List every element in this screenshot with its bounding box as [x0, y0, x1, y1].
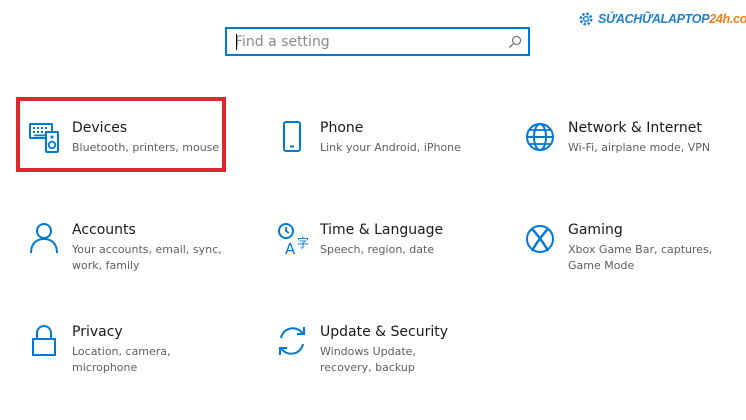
- settings-category-gaming[interactable]: Gaming Xbox Game Bar, captures, Game Mod…: [524, 220, 738, 273]
- tile-text: Network & Internet Wi-Fi, airplane mode,…: [568, 118, 728, 156]
- time-language-icon: A 字: [278, 223, 309, 257]
- tile-description: Wi-Fi, airplane mode, VPN: [568, 141, 711, 154]
- tile-title: Network & Internet: [568, 120, 702, 136]
- text-cursor: [236, 34, 237, 50]
- tile-description: Link your Android, iPhone: [320, 141, 461, 154]
- watermark-text-main: SỬACHỮALAPTOP: [598, 12, 710, 26]
- tile-title: Devices: [72, 120, 128, 136]
- sync-icon: [279, 327, 305, 355]
- settings-category-privacy[interactable]: Privacy Location, camera, microphone: [28, 322, 232, 375]
- tile-title: Gaming: [568, 222, 623, 238]
- settings-category-devices[interactable]: Devices Bluetooth, printers, mouse: [28, 118, 222, 156]
- tile-title: Phone: [320, 120, 364, 136]
- settings-category-network-internet[interactable]: Network & Internet Wi-Fi, airplane mode,…: [524, 118, 728, 156]
- find-setting-search-box[interactable]: [225, 27, 530, 56]
- tile-description: Windows Update, recovery, backup: [320, 345, 416, 374]
- tile-text: Time & Language Speech, region, date: [320, 220, 480, 258]
- search-icon[interactable]: [508, 35, 522, 49]
- tile-description: Bluetooth, printers, mouse: [72, 141, 220, 154]
- tile-text: Phone Link your Android, iPhone: [320, 118, 480, 156]
- tile-title: Accounts: [72, 222, 136, 238]
- devices-icon: [29, 123, 59, 153]
- site-watermark-logo: SỬACHỮALAPTOP24h.com: [578, 8, 746, 30]
- gear-icon: [579, 12, 593, 26]
- settings-category-time-language[interactable]: A 字 Time & Language Speech, region, date: [276, 220, 480, 258]
- tile-description: Your accounts, email, sync, work, family: [72, 243, 222, 272]
- tile-description: Speech, region, date: [320, 243, 435, 256]
- tile-text: Privacy Location, camera, microphone: [72, 322, 232, 375]
- settings-category-phone[interactable]: Phone Link your Android, iPhone: [276, 118, 480, 156]
- watermark-text-accent: 24h.com: [709, 12, 746, 26]
- tile-title: Update & Security: [320, 324, 449, 340]
- tile-description: Location, camera, microphone: [72, 345, 171, 374]
- tile-text: Update & Security Windows Update, recove…: [320, 322, 470, 375]
- phone-icon: [283, 121, 301, 152]
- svg-text:A: A: [285, 240, 296, 257]
- tile-title: Time & Language: [320, 222, 444, 238]
- watermark-text: SỬACHỮALAPTOP24h.com: [598, 12, 746, 26]
- settings-category-update-security[interactable]: Update & Security Windows Update, recove…: [276, 322, 470, 375]
- tile-title: Privacy: [72, 324, 123, 340]
- svg-text:字: 字: [297, 235, 309, 250]
- lock-icon: [32, 325, 56, 356]
- settings-category-accounts[interactable]: Accounts Your accounts, email, sync, wor…: [28, 220, 222, 273]
- tile-text: Accounts Your accounts, email, sync, wor…: [72, 220, 222, 273]
- tile-text: Devices Bluetooth, printers, mouse: [72, 118, 222, 156]
- tile-description: Xbox Game Bar, captures, Game Mode: [568, 243, 713, 272]
- xbox-icon: [526, 225, 554, 253]
- globe-icon: [526, 123, 554, 151]
- search-input[interactable]: [227, 29, 508, 54]
- tile-text: Gaming Xbox Game Bar, captures, Game Mod…: [568, 220, 738, 273]
- person-icon: [30, 223, 58, 254]
